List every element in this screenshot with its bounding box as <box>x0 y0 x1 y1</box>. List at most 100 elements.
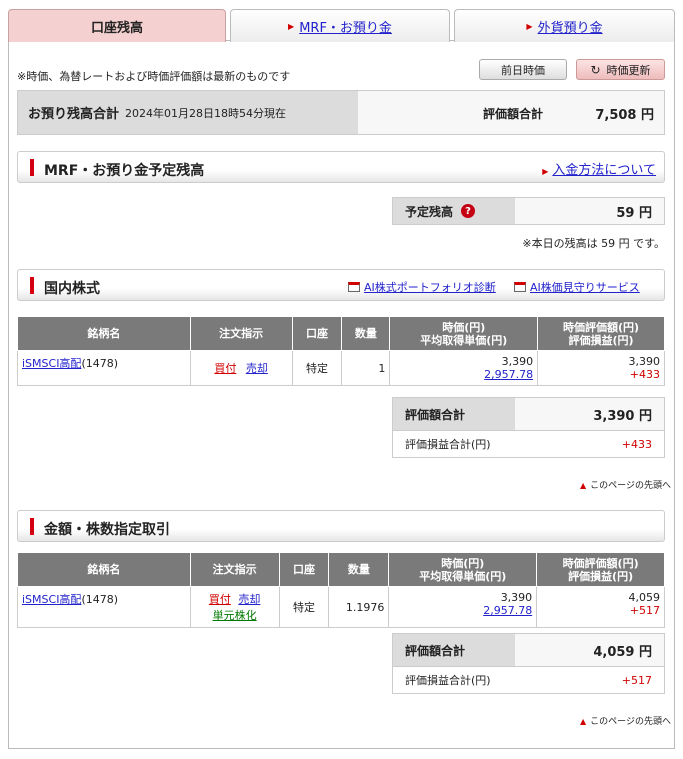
col-eval-line2: 評価損益(円) <box>568 333 634 347</box>
stock-name-cell: iSMSCI高配(1478) <box>17 350 191 386</box>
col-order: 注文指示 <box>189 316 293 351</box>
qty-cell: 1.1976 <box>328 586 390 628</box>
domestic-total-box: 評価額合計 3,390 円 評価損益合計(円) +433 <box>392 397 665 458</box>
price-notice: ※時価、為替レートおよび時価評価額は最新のものです <box>17 70 291 83</box>
eval-cell: 3,390 +433 <box>537 350 665 386</box>
col-price-line2: 平均取得単価(円) <box>419 569 507 583</box>
order-cell: 買付 売却 単元株化 <box>189 586 280 628</box>
col-eval: 時価評価額(円) 評価損益(円) <box>537 316 665 351</box>
window-icon <box>348 282 360 292</box>
table-row: iSMSCI高配(1478) 買付 売却 特定 1 3,390 2,957.78 … <box>17 350 665 386</box>
triangle-up-icon: ▲ <box>580 481 587 490</box>
ai-portfolio-label: AI株式ポートフォリオ診断 <box>364 281 496 294</box>
col-name: 銘柄名 <box>17 552 191 587</box>
table-header-row: 銘柄名 注文指示 口座 数量 時価(円) 平均取得単価(円) 時価評価額(円) 評価… <box>17 552 665 587</box>
total-value: 4,059 円 <box>515 634 664 666</box>
pl-label: 評価損益合計(円) <box>405 438 491 451</box>
summary-timestamp: 2024年01月28日18時54分現在 <box>125 106 286 120</box>
fractional-section-title: 金額・株数指定取引 <box>44 522 170 538</box>
ai-portfolio-link[interactable]: AI株式ポートフォリオ診断 <box>348 279 496 295</box>
avg-price-link[interactable]: 2,957.78 <box>394 368 533 381</box>
stock-name-link[interactable]: iSMSCI高配 <box>22 357 81 370</box>
scheduled-balance-value: 59 円 <box>515 198 664 224</box>
prev-price-button[interactable]: 前日時価 <box>479 59 567 80</box>
col-qty: 数量 <box>341 316 391 351</box>
domestic-holdings-table: 銘柄名 注文指示 口座 数量 時価(円) 平均取得単価(円) 時価評価額(円) 評価… <box>17 316 665 386</box>
stock-code: (1478) <box>81 357 119 370</box>
section-accent <box>30 518 34 535</box>
pl-row: 評価損益合計(円) +517 <box>393 666 664 693</box>
balance-summary: お預り残高合計 2024年01月28日18時54分現在 評価額合計 7,508 … <box>17 90 665 135</box>
deposit-method-link[interactable]: ▶ 入金方法について <box>542 159 656 178</box>
total-label: 評価額合計 <box>393 398 515 430</box>
pl-label: 評価損益合計(円) <box>405 674 491 687</box>
tab-foreign-deposit[interactable]: ▶ 外貨預り金 <box>454 9 675 42</box>
tab-mrf-deposit[interactable]: ▶ MRF・お預り金 <box>230 9 450 42</box>
table-row: iSMSCI高配(1478) 買付 売却 単元株化 特定 1.1976 3,39… <box>17 586 665 628</box>
summary-total-value: 7,508 円 <box>595 108 654 123</box>
col-name: 銘柄名 <box>17 316 191 351</box>
scheduled-balance: 予定残高 ? 59 円 <box>392 197 665 225</box>
help-icon[interactable]: ? <box>461 204 476 218</box>
sell-link[interactable]: 売却 <box>246 362 268 375</box>
col-price-line1: 時価(円) <box>441 556 485 570</box>
refresh-icon: ↻ <box>590 62 601 77</box>
total-row: 評価額合計 3,390 円 <box>393 398 664 430</box>
avg-price-link[interactable]: 2,957.78 <box>393 604 532 617</box>
mrf-section-title: MRF・お預り金予定残高 <box>44 163 205 179</box>
tab-label: MRF・お預り金 <box>299 20 392 36</box>
stock-code: (1478) <box>81 593 119 606</box>
scheduled-balance-label-area: 予定残高 ? <box>393 198 515 224</box>
col-qty: 数量 <box>328 552 390 587</box>
fractional-total-box: 評価額合計 4,059 円 評価損益合計(円) +517 <box>392 633 665 694</box>
eval-value: 4,059 <box>628 591 661 604</box>
ai-watch-link[interactable]: AI株価見守りサービス <box>514 279 640 295</box>
price-value: 3,390 <box>500 591 533 604</box>
total-label: 評価額合計 <box>393 634 515 666</box>
col-eval-line1: 時価評価額(円) <box>562 556 639 570</box>
summary-title-area: お預り残高合計 2024年01月28日18時54分現在 <box>18 91 358 134</box>
col-account: 口座 <box>278 552 330 587</box>
refresh-label: 時価更新 <box>606 63 651 77</box>
buy-link[interactable]: 買付 <box>209 593 231 606</box>
scheduled-balance-label: 予定残高 <box>405 204 454 219</box>
summary-total-label: 評価額合計 <box>483 107 544 121</box>
col-price-line2: 平均取得単価(円) <box>420 333 508 347</box>
pl-total: +433 <box>621 437 652 451</box>
triangle-right-icon: ▶ <box>288 21 295 31</box>
refresh-price-button[interactable]: ↻ 時価更新 <box>576 59 665 80</box>
col-price-line1: 時価(円) <box>442 320 486 334</box>
deposit-method-label: 入金方法について <box>552 163 656 178</box>
account-cell: 特定 <box>278 586 330 628</box>
section-accent <box>30 277 34 294</box>
triangle-right-icon: ▶ <box>542 167 549 176</box>
section-accent <box>30 159 34 176</box>
price-value: 3,390 <box>501 355 534 368</box>
pl-row: 評価損益合計(円) +433 <box>393 430 664 457</box>
ai-watch-label: AI株価見守りサービス <box>530 281 640 294</box>
pl-value: +433 <box>629 368 660 381</box>
buy-link[interactable]: 買付 <box>214 362 236 375</box>
page-top-label: このページの先頭へ <box>590 481 671 491</box>
price-cell: 3,390 2,957.78 <box>389 350 539 386</box>
page-top-label: このページの先頭へ <box>590 717 671 727</box>
unit-conversion-link[interactable]: 単元株化 <box>213 609 257 622</box>
sell-link[interactable]: 売却 <box>238 593 260 606</box>
stock-name-cell: iSMSCI高配(1478) <box>17 586 191 628</box>
col-order: 注文指示 <box>189 552 280 587</box>
stock-name-link[interactable]: iSMSCI高配 <box>22 593 81 606</box>
page-top-link[interactable]: ▲ このページの先頭へ <box>580 478 671 491</box>
page-top-link[interactable]: ▲ このページの先頭へ <box>580 714 671 727</box>
account-cell: 特定 <box>291 350 343 386</box>
tab-account-balance[interactable]: 口座残高 <box>8 9 226 42</box>
window-icon <box>514 282 526 292</box>
qty-cell: 1 <box>341 350 391 386</box>
tab-label: 外貨預り金 <box>537 20 603 36</box>
table-header-row: 銘柄名 注文指示 口座 数量 時価(円) 平均取得単価(円) 時価評価額(円) 評価… <box>17 316 665 351</box>
fractional-holdings-table: 銘柄名 注文指示 口座 数量 時価(円) 平均取得単価(円) 時価評価額(円) 評価… <box>17 552 665 628</box>
mrf-section-header: MRF・お預り金予定残高 ▶ 入金方法について <box>17 151 665 183</box>
domestic-section-header: 国内株式 AI株式ポートフォリオ診断 AI株価見守りサービス <box>17 269 665 301</box>
col-account: 口座 <box>291 316 343 351</box>
order-cell: 買付 売却 <box>189 350 293 386</box>
eval-value: 3,390 <box>628 355 661 368</box>
